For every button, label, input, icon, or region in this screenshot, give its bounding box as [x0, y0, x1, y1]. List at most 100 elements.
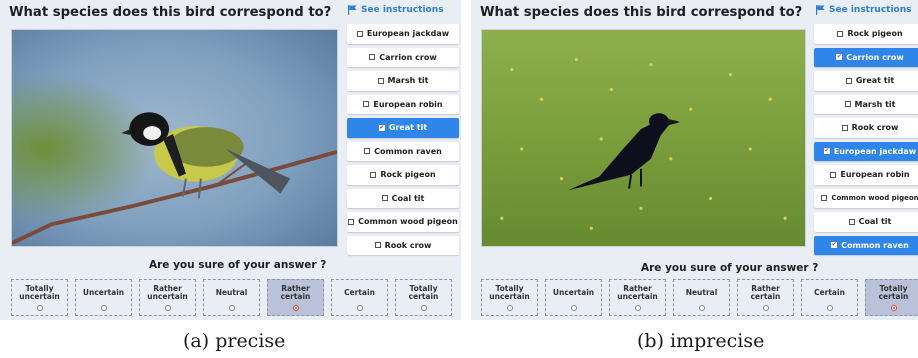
radio-selected-icon — [292, 305, 299, 311]
confidence-uncertain[interactable]: Uncertain — [75, 279, 132, 316]
confidence-label: Certain — [344, 287, 375, 297]
option-label: Coal tit — [391, 193, 425, 203]
option-great-tit[interactable]: ✔ Great tit — [347, 118, 459, 138]
checked-checkbox-icon: ✔ — [378, 123, 385, 131]
see-instructions-label: See instructions — [829, 5, 912, 15]
confidence-label: Totally uncertain — [19, 283, 60, 301]
checkbox-icon — [844, 101, 851, 108]
radio-icon — [698, 305, 705, 311]
see-instructions-link[interactable]: See instructions — [348, 5, 444, 15]
option-common-wood-pigeon[interactable]: Common wood pigeon — [814, 188, 918, 208]
confidence-scale: Totally uncertain Uncertain Rather uncer… — [11, 279, 452, 316]
option-label: Rook crow — [851, 123, 899, 133]
confidence-label: Uncertain — [552, 287, 595, 297]
radio-icon — [634, 305, 641, 311]
bird-photo — [481, 29, 806, 247]
option-label: European robin — [373, 99, 443, 109]
radio-icon — [228, 305, 235, 311]
confidence-label: Neutral — [685, 287, 718, 297]
confidence-rather-uncertain[interactable]: Rather uncertain — [609, 279, 666, 316]
species-options: Rock pigeon ✔ Carrion crow Great tit Mars… — [814, 24, 918, 255]
confidence-neutral[interactable]: Neutral — [203, 279, 260, 316]
option-label: Common wood pigeon — [831, 194, 918, 203]
radio-icon — [420, 305, 427, 311]
checkbox-icon — [821, 195, 828, 202]
checkbox-icon — [356, 30, 363, 37]
checkbox-icon — [348, 218, 355, 225]
option-label: Great tit — [388, 123, 428, 133]
confidence-question: Are you sure of your answer ? — [641, 262, 819, 274]
confidence-label: Totally certain — [878, 283, 909, 301]
radio-selected-icon — [890, 305, 897, 311]
confidence-neutral[interactable]: Neutral — [673, 279, 730, 316]
confidence-totally-uncertain[interactable]: Totally uncertain — [11, 279, 68, 316]
confidence-totally-uncertain[interactable]: Totally uncertain — [481, 279, 538, 316]
option-label: European jackdaw — [833, 146, 917, 156]
confidence-certain[interactable]: Certain — [801, 279, 858, 316]
bird-photo — [11, 29, 338, 247]
radio-icon — [570, 305, 577, 311]
option-european-robin[interactable]: European robin — [347, 94, 459, 114]
see-instructions-link[interactable]: See instructions — [816, 5, 912, 15]
radio-icon — [356, 305, 363, 311]
option-common-raven[interactable]: ✔ Common raven — [814, 235, 918, 255]
option-rock-pigeon[interactable]: Rock pigeon — [347, 165, 459, 185]
great-tit-photo-icon — [12, 30, 337, 246]
option-european-robin[interactable]: European robin — [814, 165, 918, 185]
option-great-tit[interactable]: Great tit — [814, 71, 918, 91]
confidence-scale: Totally uncertain Uncertain Rather uncer… — [481, 279, 918, 316]
option-label: Coal tit — [858, 217, 892, 227]
option-marsh-tit[interactable]: Marsh tit — [814, 94, 918, 114]
option-label: Common raven — [841, 240, 909, 250]
caption-imprecise: (b) imprecise — [637, 330, 765, 352]
confidence-certain[interactable]: Certain — [331, 279, 388, 316]
checkbox-icon — [363, 101, 370, 108]
confidence-label: Rather certain — [750, 283, 781, 301]
option-european-jackdaw[interactable]: European jackdaw — [347, 24, 459, 44]
option-rook-crow[interactable]: Rook crow — [814, 118, 918, 138]
confidence-label: Neutral — [215, 287, 248, 297]
option-label: Carrion crow — [379, 52, 437, 62]
confidence-label: Rather uncertain — [617, 283, 658, 301]
option-rook-crow[interactable]: Rook crow — [347, 235, 459, 255]
option-coal-tit[interactable]: Coal tit — [814, 212, 918, 232]
confidence-question: Are you sure of your answer ? — [149, 259, 327, 271]
checkbox-icon — [364, 148, 371, 155]
option-carrion-crow[interactable]: Carrion crow — [347, 47, 459, 67]
option-label: Common wood pigeon — [358, 217, 458, 227]
survey-panel-precise: What species does this bird correspond t… — [0, 0, 461, 320]
crow-on-grass-photo-icon — [482, 30, 805, 246]
option-marsh-tit[interactable]: Marsh tit — [347, 71, 459, 91]
checkbox-icon — [370, 171, 377, 178]
checked-checkbox-icon: ✔ — [831, 241, 838, 249]
checkbox-icon — [381, 195, 388, 202]
species-options: European jackdaw Carrion crow Marsh tit … — [347, 24, 459, 255]
option-common-wood-pigeon[interactable]: Common wood pigeon — [347, 212, 459, 232]
option-common-raven[interactable]: Common raven — [347, 141, 459, 161]
checkbox-icon — [377, 77, 384, 84]
confidence-label: Uncertain — [82, 287, 125, 297]
survey-panel-imprecise: What species does this bird correspond t… — [471, 0, 918, 320]
radio-icon — [762, 305, 769, 311]
caption-precise: (a) precise — [183, 330, 286, 352]
confidence-totally-certain[interactable]: Totally certain — [865, 279, 918, 316]
confidence-rather-certain[interactable]: Rather certain — [737, 279, 794, 316]
checkbox-icon — [845, 77, 852, 84]
option-european-jackdaw[interactable]: ✔ European jackdaw — [814, 141, 918, 161]
confidence-uncertain[interactable]: Uncertain — [545, 279, 602, 316]
option-label: Great tit — [855, 76, 895, 86]
confidence-totally-certain[interactable]: Totally certain — [395, 279, 452, 316]
checkbox-icon — [837, 30, 844, 37]
checkbox-icon — [374, 242, 381, 249]
option-label: European robin — [840, 170, 910, 180]
radio-icon — [100, 305, 107, 311]
checked-checkbox-icon: ✔ — [823, 147, 830, 155]
option-coal-tit[interactable]: Coal tit — [347, 188, 459, 208]
radio-icon — [164, 305, 171, 311]
confidence-rather-uncertain[interactable]: Rather uncertain — [139, 279, 196, 316]
option-rock-pigeon[interactable]: Rock pigeon — [814, 24, 918, 44]
option-carrion-crow[interactable]: ✔ Carrion crow — [814, 47, 918, 67]
see-instructions-label: See instructions — [361, 5, 444, 15]
confidence-rather-certain[interactable]: Rather certain — [267, 279, 324, 316]
option-label: Marsh tit — [854, 99, 896, 109]
